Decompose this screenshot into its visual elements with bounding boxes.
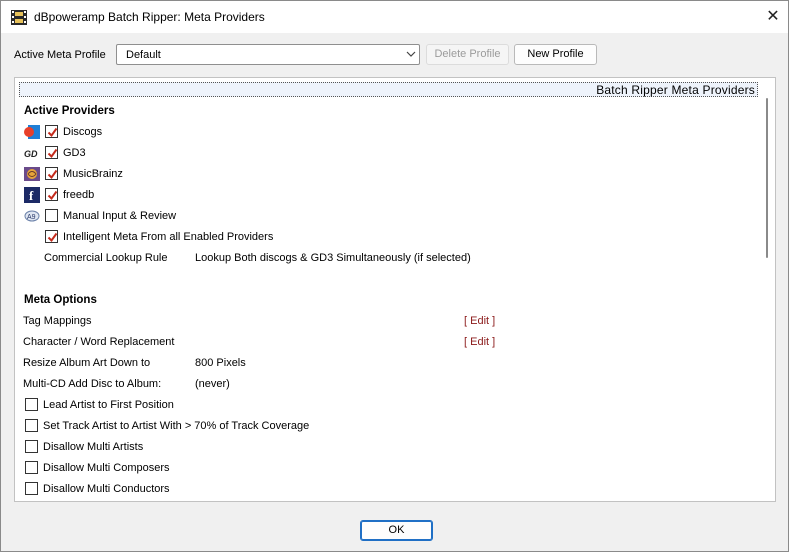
discogs-icon xyxy=(24,125,40,139)
disallow-multi-artists-label: Disallow Multi Artists xyxy=(43,441,144,453)
close-icon: ✕ xyxy=(766,8,780,25)
char-replacement-edit-link[interactable]: [ Edit ] xyxy=(464,336,495,348)
scroll-thumb[interactable] xyxy=(766,98,768,258)
check-icon xyxy=(47,169,58,180)
manual-input-label: Manual Input & Review xyxy=(63,210,177,222)
disallow-multi-conductors-checkbox[interactable] xyxy=(25,482,38,495)
disallow-multi-artists-checkbox[interactable] xyxy=(25,440,38,453)
gd3-label: GD3 xyxy=(63,147,86,159)
check-icon xyxy=(47,127,58,138)
panel-header-text: Batch Ripper Meta Providers xyxy=(596,83,755,97)
gd3-checkbox[interactable] xyxy=(45,146,58,159)
lead-artist-label: Lead Artist to First Position xyxy=(43,399,174,411)
meta-options-title: Meta Options xyxy=(24,294,97,306)
profile-select[interactable]: Default xyxy=(116,44,420,65)
panel-header: Batch Ripper Meta Providers xyxy=(19,82,758,97)
providers-panel: Batch Ripper Meta Providers Active Provi… xyxy=(14,77,776,502)
close-button[interactable]: ✕ xyxy=(761,7,785,27)
panel-scrollbar[interactable] xyxy=(763,96,773,501)
tag-mappings-edit-link[interactable]: [ Edit ] xyxy=(464,315,495,327)
intelligent-meta-checkbox[interactable] xyxy=(45,230,58,243)
track-artist-coverage-label: Set Track Artist to Artist With > 70% of… xyxy=(43,420,310,432)
profile-select-value: Default xyxy=(126,49,161,61)
disallow-multi-conductors-label: Disallow Multi Conductors xyxy=(43,483,170,495)
musicbrainz-label: MusicBrainz xyxy=(63,168,123,180)
active-providers-title: Active Providers xyxy=(24,105,115,117)
new-profile-button[interactable]: New Profile xyxy=(514,44,597,65)
resize-art-value[interactable]: 800 Pixels xyxy=(195,357,246,369)
tag-mappings-label: Tag Mappings xyxy=(23,315,92,327)
svg-text:GD: GD xyxy=(24,149,38,159)
disallow-multi-composers-checkbox[interactable] xyxy=(25,461,38,474)
freedb-checkbox[interactable] xyxy=(45,188,58,201)
meta-providers-window: dBpoweramp Batch Ripper: Meta Providers … xyxy=(0,0,789,552)
discogs-label: Discogs xyxy=(63,126,103,138)
musicbrainz-checkbox[interactable] xyxy=(45,167,58,180)
track-artist-coverage-checkbox[interactable] xyxy=(25,419,38,432)
resize-art-label: Resize Album Art Down to xyxy=(23,357,151,369)
disallow-multi-composers-label: Disallow Multi Composers xyxy=(43,462,170,474)
lead-artist-checkbox[interactable] xyxy=(25,398,38,411)
freedb-icon: f xyxy=(24,187,40,203)
check-icon xyxy=(47,148,58,159)
title-bar: dBpoweramp Batch Ripper: Meta Providers … xyxy=(1,1,788,33)
intelligent-meta-label: Intelligent Meta From all Enabled Provid… xyxy=(63,231,274,243)
manual-input-checkbox[interactable] xyxy=(45,209,58,222)
gd3-icon: GD xyxy=(24,149,38,159)
freedb-label: freedb xyxy=(63,189,95,201)
commercial-lookup-label: Commercial Lookup Rule xyxy=(44,252,168,264)
film-strip-app-icon xyxy=(11,10,27,25)
manual-input-icon: A9 xyxy=(24,210,40,222)
active-meta-profile-label: Active Meta Profile xyxy=(14,49,106,61)
svg-text:f: f xyxy=(29,188,34,203)
ok-button[interactable]: OK xyxy=(360,520,433,541)
discogs-checkbox[interactable] xyxy=(45,125,58,138)
multi-cd-value[interactable]: (never) xyxy=(195,378,230,390)
check-icon xyxy=(47,190,58,201)
chevron-down-icon xyxy=(406,51,416,57)
multi-cd-label: Multi-CD Add Disc to Album: xyxy=(23,378,162,390)
svg-text:A9: A9 xyxy=(27,214,36,221)
musicbrainz-icon xyxy=(24,167,40,181)
delete-profile-button[interactable]: Delete Profile xyxy=(426,44,509,65)
check-icon xyxy=(47,232,58,243)
commercial-lookup-value[interactable]: Lookup Both discogs & GD3 Simultaneously… xyxy=(195,252,471,264)
char-replacement-label: Character / Word Replacement xyxy=(23,336,175,348)
window-title: dBpoweramp Batch Ripper: Meta Providers xyxy=(34,10,265,24)
